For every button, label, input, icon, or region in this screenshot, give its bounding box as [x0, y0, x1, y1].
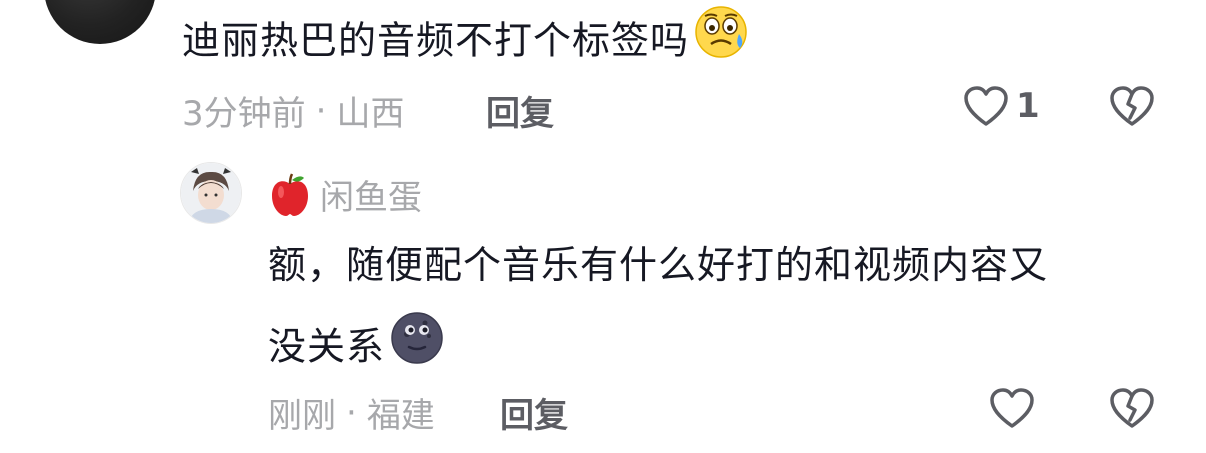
comment-body-line: 没关系: [268, 324, 386, 369]
comment-body: 迪丽热巴的音频不打个标签吗: [182, 18, 690, 63]
anxious-sweat-face-emoji: [693, 4, 749, 74]
comment-text: 额，随便配个音乐有什么好打的和视频内容又: [268, 238, 1048, 292]
avatar[interactable]: [44, 0, 156, 44]
reply-button[interactable]: 回复: [500, 388, 568, 437]
username-row: 闲鱼蛋: [268, 170, 422, 219]
avatar[interactable]: [180, 162, 242, 224]
meta-separator: ·: [346, 392, 357, 433]
broken-heart-icon: [1110, 86, 1154, 126]
location: 山西: [336, 94, 405, 134]
meta-separator: ·: [315, 90, 327, 131]
new-moon-face-emoji: [389, 310, 445, 380]
comment-meta: 3分钟前 · 山西: [182, 86, 404, 135]
comment-body-line: 额，随便配个音乐有什么好打的和视频内容又: [268, 243, 1049, 287]
like-count: 1: [1016, 86, 1040, 126]
timestamp: 刚刚: [268, 396, 336, 436]
dislike-button[interactable]: [1108, 386, 1156, 430]
heart-icon: [990, 388, 1034, 428]
comment-meta: 刚刚 · 福建: [268, 388, 435, 437]
apple-icon: [272, 172, 308, 216]
comment-text: 迪丽热巴的音频不打个标签吗: [182, 6, 749, 78]
dislike-button[interactable]: [1108, 84, 1156, 128]
timestamp: 3分钟前: [182, 94, 306, 134]
reply-button[interactable]: 回复: [486, 86, 554, 135]
username[interactable]: 闲鱼蛋: [320, 170, 422, 219]
like-button[interactable]: 1: [962, 84, 1040, 128]
heart-icon: [964, 86, 1008, 126]
like-button[interactable]: [988, 386, 1036, 430]
comment-text: 没关系: [268, 312, 445, 384]
location: 福建: [366, 396, 435, 436]
broken-heart-icon: [1110, 388, 1154, 428]
